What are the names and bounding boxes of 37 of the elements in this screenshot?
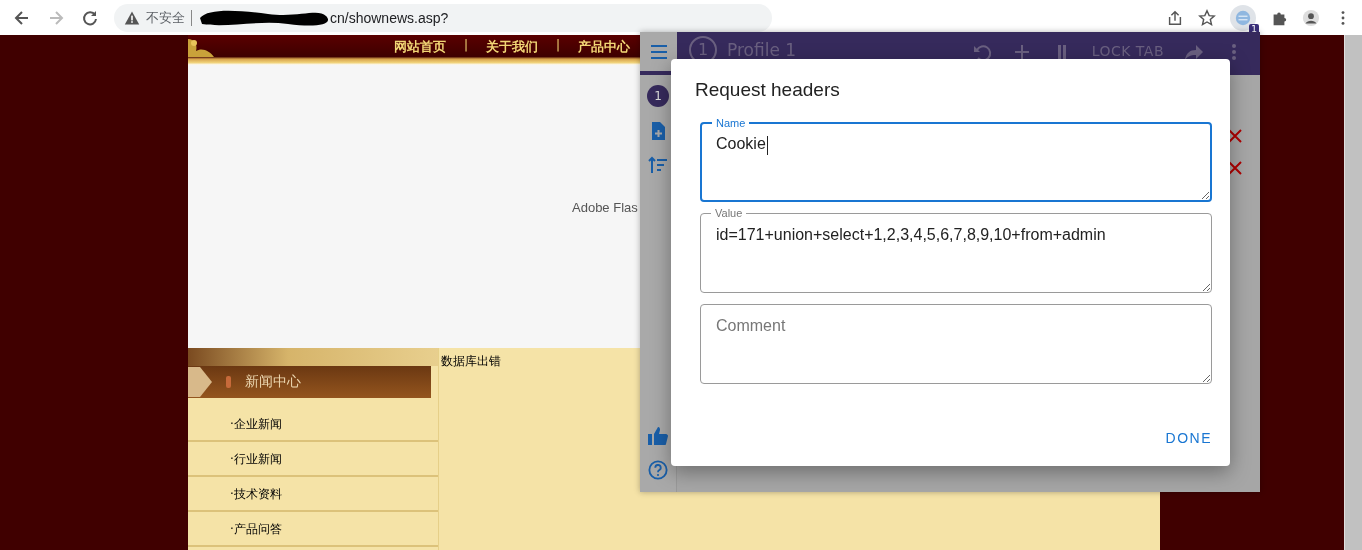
help-icon[interactable] bbox=[647, 460, 669, 480]
remove-icon[interactable] bbox=[1228, 129, 1242, 143]
address-bar[interactable]: 不安全 cn/shownews.asp? bbox=[114, 3, 772, 32]
undo-icon[interactable] bbox=[971, 42, 992, 62]
extension-button[interactable]: 1 bbox=[1230, 4, 1256, 31]
bullet-icon bbox=[226, 376, 231, 388]
warning-icon[interactable] bbox=[124, 9, 140, 26]
flash-notice: Adobe Flas bbox=[572, 200, 638, 215]
sidebar-title: 新闻中心 bbox=[245, 373, 301, 391]
globe-icon bbox=[1234, 8, 1252, 27]
nav-separator: | bbox=[555, 38, 562, 54]
sidebar-link[interactable]: ·企业新闻 bbox=[188, 408, 438, 442]
profile-badge[interactable]: 1 bbox=[647, 85, 669, 107]
security-label: 不安全 bbox=[146, 8, 185, 27]
sidebar-link[interactable]: ·技术资料 bbox=[188, 478, 438, 512]
star-icon[interactable] bbox=[1198, 8, 1216, 27]
error-text: 数据库出错 bbox=[441, 354, 501, 368]
thumbs-up-icon[interactable] bbox=[647, 426, 669, 446]
nav-link[interactable]: 关于我们 bbox=[486, 38, 539, 56]
remove-icon[interactable] bbox=[1228, 161, 1242, 175]
nav-separator: | bbox=[463, 38, 470, 54]
chevron-icon bbox=[188, 367, 212, 397]
scrollbar[interactable] bbox=[1344, 35, 1362, 550]
sidebar-link[interactable]: ·行业新闻 bbox=[188, 443, 438, 477]
forward-arrow-icon[interactable] bbox=[1184, 42, 1204, 62]
sidebar-link[interactable]: ·产品问答 bbox=[188, 513, 438, 547]
nav-link[interactable]: 产品中心 bbox=[578, 38, 631, 56]
sort-icon[interactable] bbox=[647, 155, 669, 175]
share-icon[interactable] bbox=[1166, 8, 1184, 27]
text-area-field[interactable]: Comment bbox=[700, 304, 1212, 384]
dialog-title: Request headers bbox=[695, 79, 841, 101]
field-label: Value bbox=[711, 206, 747, 220]
url-text: cn/shownews.asp? bbox=[330, 9, 449, 26]
done-button[interactable]: DONE bbox=[1165, 426, 1212, 450]
field-label: Name bbox=[712, 116, 750, 130]
profile-icon[interactable] bbox=[1302, 8, 1320, 27]
nav-link[interactable]: 网站首页 bbox=[394, 38, 446, 56]
